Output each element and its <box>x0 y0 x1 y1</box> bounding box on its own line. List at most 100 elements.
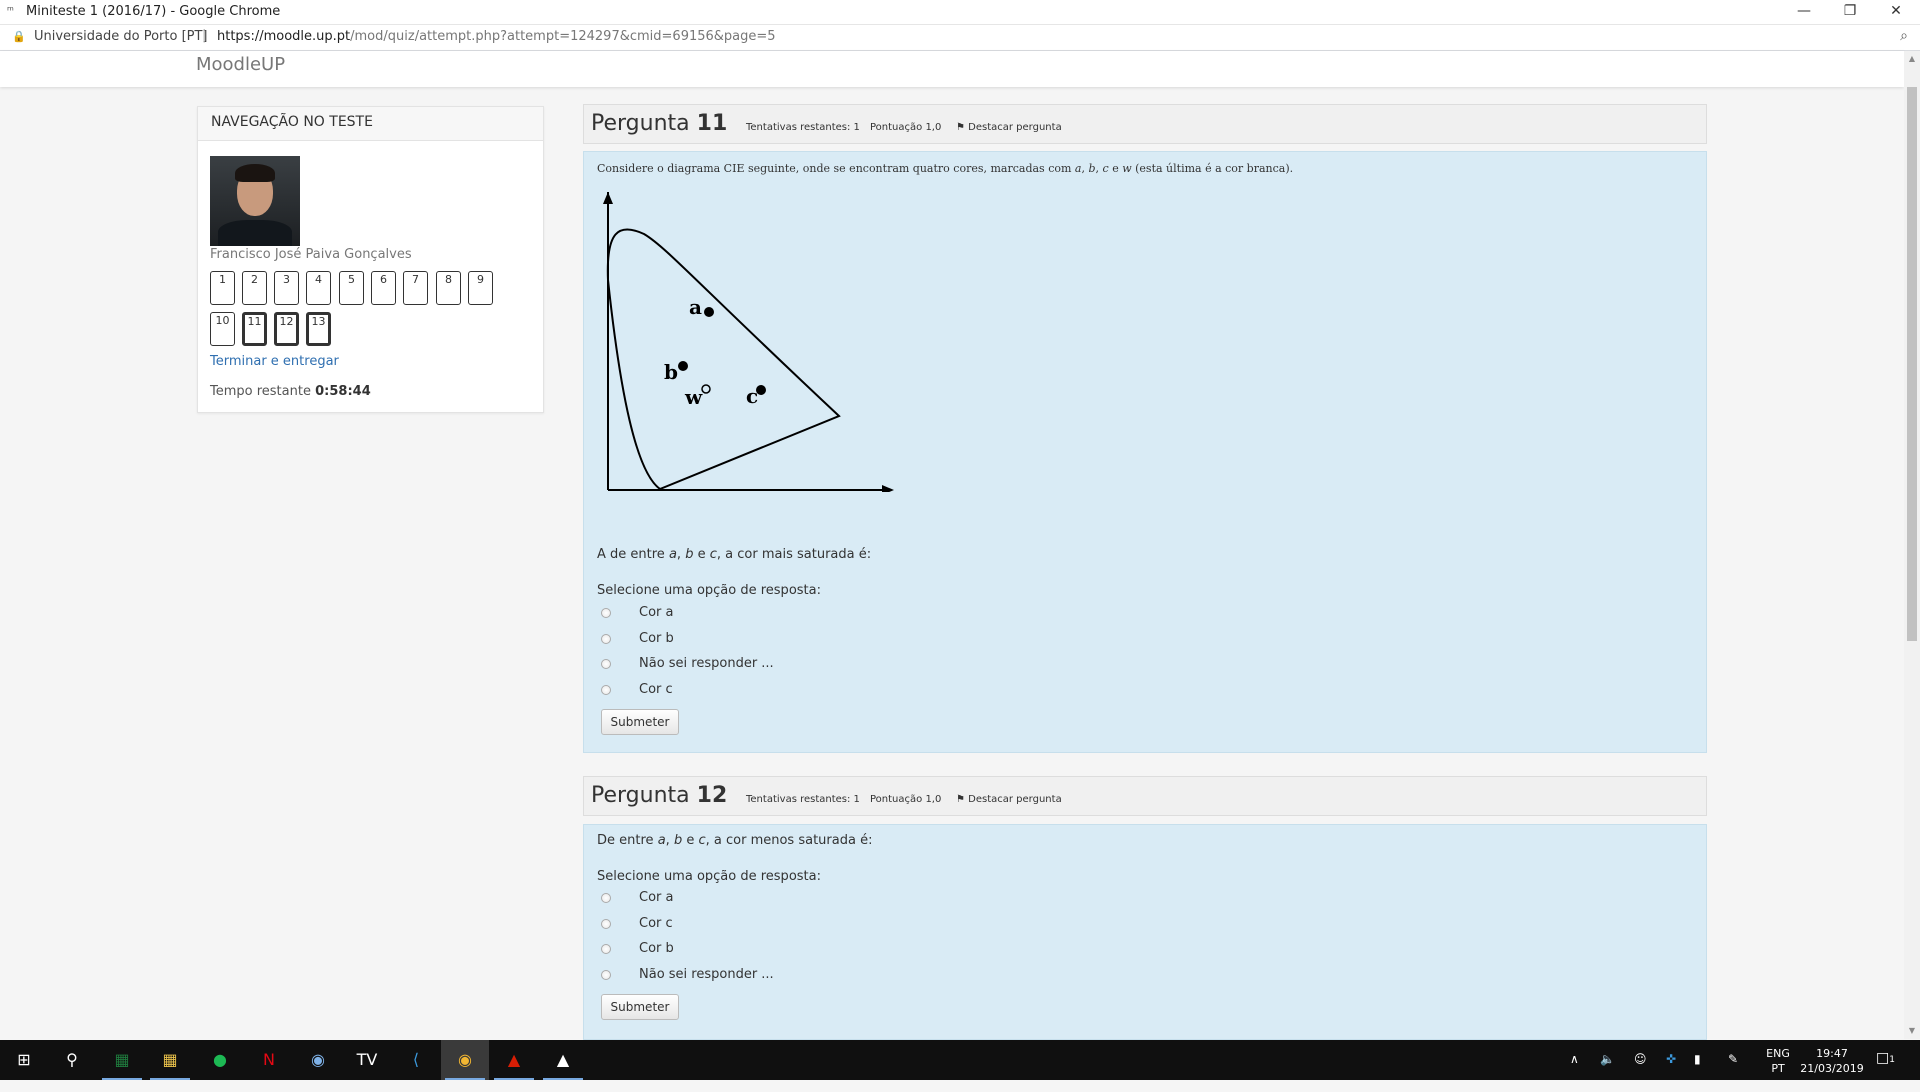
tv-app-icon[interactable]: TV <box>343 1040 391 1080</box>
diagram-label-c: c <box>746 384 758 408</box>
radio-button[interactable] <box>601 685 611 695</box>
spotify-icon[interactable]: ● <box>196 1040 244 1080</box>
diagram-label-a: a <box>689 295 702 319</box>
quiz-nav-button[interactable]: 1 <box>210 271 235 305</box>
radio-button[interactable] <box>601 970 611 980</box>
scrollbar-thumb[interactable] <box>1907 87 1917 641</box>
volume-icon[interactable]: 🔈 <box>1600 1052 1615 1092</box>
excel-icon[interactable]: ▦ <box>98 1040 146 1080</box>
flag-icon[interactable]: ⚑ <box>956 122 965 133</box>
quiz-nav-button-current[interactable]: 12 <box>274 312 299 346</box>
photos-icon[interactable]: ▲ <box>539 1040 587 1080</box>
flag-icon[interactable]: ⚑ <box>956 794 965 805</box>
question-title: Pergunta 11 <box>591 111 728 136</box>
radio-button[interactable] <box>601 944 611 954</box>
quiz-nav-button[interactable]: 10 <box>210 312 235 346</box>
clock[interactable]: 19:47 21/03/2019 <box>1800 1046 1864 1086</box>
question-12-content: De entre a, b e c, a cor menos saturada … <box>583 824 1707 1040</box>
answer-option[interactable]: Cor c <box>597 682 997 702</box>
acrobat-icon[interactable]: ▲ <box>490 1040 538 1080</box>
notifications-icon[interactable]: □1 <box>1876 1050 1895 1090</box>
quiz-nav-button[interactable]: 9 <box>468 271 493 305</box>
cie-diagram: a b w c <box>603 192 894 492</box>
netflix-icon[interactable]: N <box>245 1040 293 1080</box>
address-bar[interactable]: 🔒 Universidade do Porto [PT] | https://m… <box>0 25 1920 51</box>
wifi-icon[interactable]: ☺ <box>1634 1052 1647 1092</box>
attempts-remaining: Tentativas restantes: 1 <box>746 794 860 805</box>
vscode-icon[interactable]: ⟨ <box>392 1040 440 1080</box>
answer-option[interactable]: Não sei responder ... <box>597 967 997 987</box>
answer-option[interactable]: Cor a <box>597 890 997 910</box>
radio-button[interactable] <box>601 919 611 929</box>
diagram-label-b: b <box>664 360 678 384</box>
battery-icon[interactable]: ▮ <box>1694 1052 1701 1092</box>
scroll-down-arrow-icon[interactable]: ▼ <box>1904 1023 1920 1039</box>
user-name: Francisco José Paiva Gonçalves <box>210 247 412 262</box>
answer-option[interactable]: Cor c <box>597 916 997 936</box>
finish-attempt-link[interactable]: Terminar e entregar <box>210 354 339 369</box>
windows-taskbar: ⊞ ⚲ ▦ ▦ ● N ◉ TV ⟨ ◉ ▲ ▲ ∧ 🔈 ☺ ✜ ▮ ✎ ENG… <box>0 1040 1920 1080</box>
input-language[interactable]: ENG PT <box>1766 1046 1790 1086</box>
close-window-button[interactable]: ✕ <box>1873 0 1919 24</box>
address-separator: | <box>202 28 207 43</box>
point-c-marker <box>756 385 766 395</box>
answer-option[interactable]: Cor a <box>597 605 997 625</box>
quiz-nav-button[interactable]: 3 <box>274 271 299 305</box>
quiz-nav-button-current[interactable]: 13 <box>306 312 331 346</box>
window-title: Miniteste 1 (2016/17) - Google Chrome <box>26 4 281 19</box>
user-avatar <box>210 156 300 246</box>
quiz-nav-button[interactable]: 4 <box>306 271 331 305</box>
search-icon[interactable]: ⚲ <box>48 1040 96 1080</box>
question-score: Pontuação 1,0 <box>870 122 942 133</box>
question-intro: Considere o diagrama CIE seguinte, onde … <box>597 162 1294 175</box>
point-b-marker <box>678 361 688 371</box>
moodle-tab-icon: ᵐ <box>7 4 14 17</box>
chat-app-icon[interactable]: ◉ <box>294 1040 342 1080</box>
quiz-nav-button[interactable]: 2 <box>242 271 267 305</box>
flag-question-link[interactable]: ⚑ Destacar pergunta <box>956 794 1062 805</box>
windows-start-icon[interactable]: ⊞ <box>0 1040 48 1080</box>
file-explorer-icon[interactable]: ▦ <box>146 1040 194 1080</box>
timer-value: 0:58:44 <box>315 384 371 399</box>
pen-icon[interactable]: ✎ <box>1728 1052 1738 1092</box>
show-hidden-icons-icon[interactable]: ∧ <box>1570 1052 1579 1092</box>
minimize-button[interactable]: — <box>1781 0 1827 24</box>
page-scrollbar[interactable]: ▲ ▼ <box>1904 51 1920 1039</box>
bluetooth-icon[interactable]: ✜ <box>1666 1052 1676 1092</box>
submit-button[interactable]: Submeter <box>601 709 679 735</box>
submit-button[interactable]: Submeter <box>601 994 679 1020</box>
moodle-navbar: MoodleUP <box>0 51 1904 87</box>
attempts-remaining: Tentativas restantes: 1 <box>746 122 860 133</box>
quiz-nav-button[interactable]: 7 <box>403 271 428 305</box>
lock-icon[interactable]: 🔒 <box>12 30 26 43</box>
radio-button[interactable] <box>601 608 611 618</box>
question-12-info: Pergunta 12 Tentativas restantes: 1 Pont… <box>583 776 1707 816</box>
block-header: NAVEGAÇÃO NO TESTE <box>198 107 543 141</box>
restore-button[interactable]: ❐ <box>1827 0 1873 24</box>
diagram-label-w: w <box>684 385 703 409</box>
answer-option[interactable]: Cor b <box>597 941 997 961</box>
quiz-nav-button-current[interactable]: 11 <box>242 312 267 346</box>
quiz-nav-button[interactable]: 8 <box>436 271 461 305</box>
url-text[interactable]: https://moodle.up.pt/mod/quiz/attempt.ph… <box>217 29 776 44</box>
radio-button[interactable] <box>601 893 611 903</box>
radio-button[interactable] <box>601 634 611 644</box>
answer-option[interactable]: Não sei responder ... <box>597 656 997 676</box>
select-answer-label: Selecione uma opção de resposta: <box>597 583 821 598</box>
select-answer-label: Selecione uma opção de resposta: <box>597 869 821 884</box>
zoom-icon[interactable]: ⌕ <box>1900 28 1908 44</box>
site-identity[interactable]: Universidade do Porto [PT] <box>34 29 208 44</box>
chrome-icon[interactable]: ◉ <box>441 1040 489 1080</box>
quiz-nav-button[interactable]: 6 <box>371 271 396 305</box>
scroll-up-arrow-icon[interactable]: ▲ <box>1904 51 1920 67</box>
question-prompt: De entre a, b e c, a cor menos saturada … <box>597 833 873 848</box>
answer-option[interactable]: Cor b <box>597 631 997 651</box>
flag-question-link[interactable]: ⚑ Destacar pergunta <box>956 122 1062 133</box>
quiz-nav-button[interactable]: 5 <box>339 271 364 305</box>
radio-button[interactable] <box>601 659 611 669</box>
question-prompt: A de entre a, b e c, a cor mais saturada… <box>597 547 872 562</box>
brand-link[interactable]: MoodleUP <box>196 54 285 75</box>
point-w-marker <box>701 384 711 394</box>
quiz-navigation-block: NAVEGAÇÃO NO TESTE Francisco José Paiva … <box>197 106 544 413</box>
question-11-info: Pergunta 11 Tentativas restantes: 1 Pont… <box>583 104 1707 144</box>
